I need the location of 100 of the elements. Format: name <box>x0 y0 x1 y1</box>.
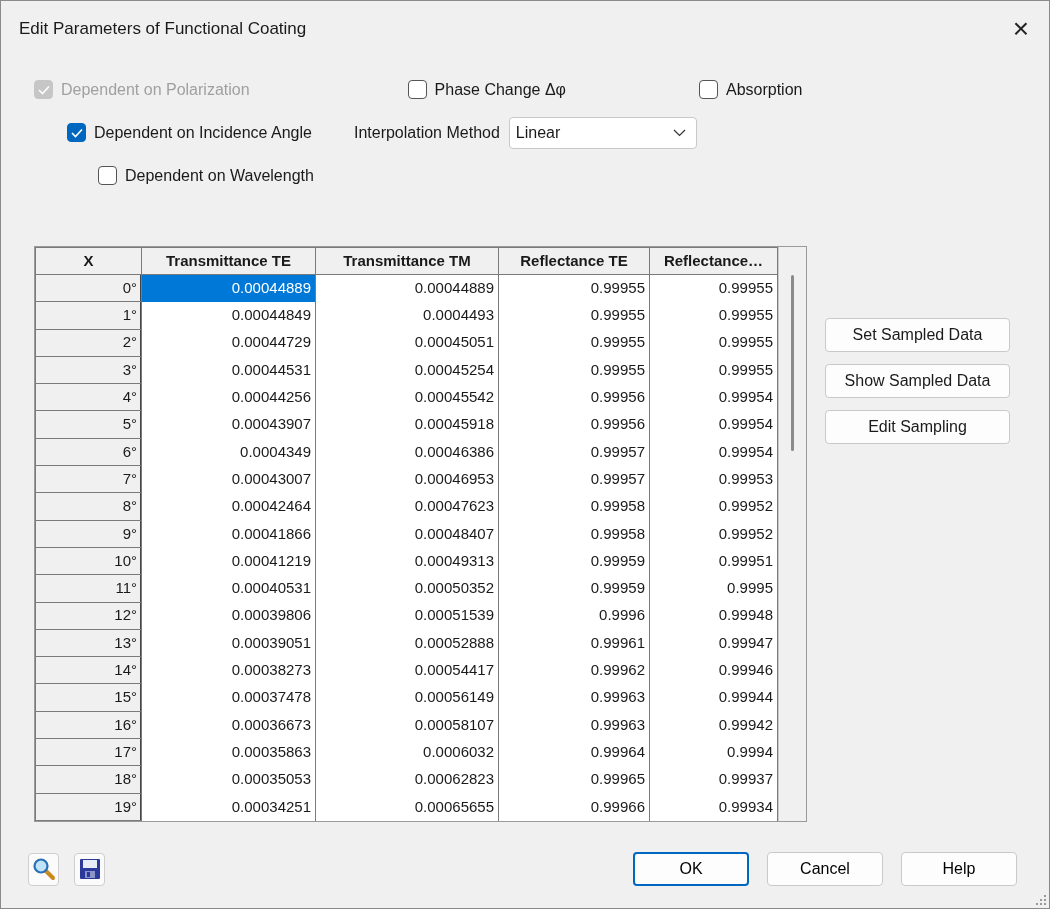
table-cell[interactable]: 0.00039051 <box>141 629 316 657</box>
table-cell[interactable]: 0.00041866 <box>141 520 316 548</box>
table-cell[interactable]: 0.9994 <box>649 738 778 766</box>
table-cell[interactable]: 0.00048407 <box>315 520 499 548</box>
table-cell[interactable]: 0.00040531 <box>141 574 316 603</box>
table-cell[interactable]: 0.00041219 <box>141 547 316 575</box>
table-cell[interactable]: 0.99955 <box>498 356 650 384</box>
table-cell[interactable]: 0.00065655 <box>315 793 499 821</box>
table-cell[interactable]: 0.00051539 <box>315 602 499 630</box>
table-cell[interactable]: 0.99956 <box>498 411 650 439</box>
row-header[interactable]: 11° <box>35 574 142 603</box>
table-cell[interactable]: 0.00035053 <box>141 765 316 794</box>
row-header[interactable]: 9° <box>35 520 142 548</box>
table-cell[interactable]: 0.99966 <box>498 793 650 821</box>
table-cell[interactable]: 0.99954 <box>649 411 778 439</box>
table-cell[interactable]: 0.00043907 <box>141 411 316 439</box>
table-cell[interactable]: 0.99958 <box>498 492 650 521</box>
table-cell[interactable]: 0.99962 <box>498 656 650 684</box>
table-cell[interactable]: 0.99955 <box>498 274 650 302</box>
table-cell[interactable]: 0.9996 <box>498 602 650 630</box>
table-cell[interactable]: 0.99952 <box>649 492 778 521</box>
table-cell[interactable]: 0.00044849 <box>141 301 316 330</box>
resize-grip-icon[interactable] <box>1036 895 1046 905</box>
dialog-button[interactable]: Help <box>901 852 1017 886</box>
close-button[interactable]: × <box>1006 14 1035 43</box>
row-header[interactable]: 16° <box>35 711 142 739</box>
table-cell[interactable]: 0.99955 <box>649 329 778 357</box>
table-cell[interactable]: 0.00050352 <box>315 574 499 603</box>
row-header[interactable]: 12° <box>35 602 142 630</box>
table-cell[interactable]: 0.99942 <box>649 711 778 739</box>
table-cell[interactable]: 0.99965 <box>498 765 650 794</box>
table-cell[interactable]: 0.99957 <box>498 438 650 466</box>
table-cell[interactable]: 0.00047623 <box>315 492 499 521</box>
dialog-button[interactable]: Cancel <box>767 852 883 886</box>
table-cell[interactable]: 0.99957 <box>498 465 650 493</box>
table-cell[interactable]: 0.0004349 <box>141 438 316 466</box>
row-header[interactable]: 17° <box>35 738 142 766</box>
table-cell[interactable]: 0.00035863 <box>141 738 316 766</box>
table-cell[interactable]: 0.00049313 <box>315 547 499 575</box>
table-cell[interactable]: 0.99956 <box>498 383 650 411</box>
action-button[interactable]: Edit Sampling <box>825 410 1010 444</box>
table-cell[interactable]: 0.99951 <box>649 547 778 575</box>
table-cell[interactable]: 0.99948 <box>649 602 778 630</box>
row-header[interactable]: 0° <box>35 274 142 302</box>
column-header[interactable]: Reflectance… <box>649 247 778 275</box>
table-cell[interactable]: 0.99955 <box>498 329 650 357</box>
table-cell[interactable]: 0.00046953 <box>315 465 499 493</box>
row-header[interactable]: 15° <box>35 683 142 712</box>
table-cell[interactable]: 0.00044729 <box>141 329 316 357</box>
checkbox[interactable] <box>407 80 427 99</box>
table-cell[interactable]: 0.0004493 <box>315 301 499 330</box>
table-cell[interactable]: 0.00043007 <box>141 465 316 493</box>
table-cell[interactable]: 0.99963 <box>498 683 650 712</box>
table-cell[interactable]: 0.99946 <box>649 656 778 684</box>
checkbox[interactable] <box>67 123 86 142</box>
dialog-button[interactable]: OK <box>633 852 749 886</box>
table-cell[interactable]: 0.99952 <box>649 520 778 548</box>
checkbox[interactable] <box>98 166 117 185</box>
table-cell[interactable]: 0.99934 <box>649 793 778 821</box>
table-cell[interactable]: 0.00044531 <box>141 356 316 384</box>
row-header[interactable]: 7° <box>35 465 142 493</box>
table-cell[interactable]: 0.99963 <box>498 711 650 739</box>
table-cell[interactable]: 0.00042464 <box>141 492 316 521</box>
zoom-button[interactable] <box>28 852 59 886</box>
column-header[interactable]: Transmittance TE <box>141 247 316 275</box>
dropdown[interactable]: Linear <box>508 116 697 149</box>
row-header[interactable]: 2° <box>35 329 142 357</box>
save-button[interactable] <box>74 852 105 886</box>
table-cell[interactable]: 0.99955 <box>649 301 778 330</box>
table-cell[interactable]: 0.99955 <box>498 301 650 330</box>
column-header[interactable]: Transmittance TM <box>315 247 499 275</box>
table-cell[interactable]: 0.99958 <box>498 520 650 548</box>
table-cell[interactable]: 0.99954 <box>649 383 778 411</box>
table-cell[interactable]: 0.00039806 <box>141 602 316 630</box>
table-cell[interactable]: 0.00045254 <box>315 356 499 384</box>
table-cell[interactable]: 0.99959 <box>498 574 650 603</box>
scrollbar-thumb[interactable] <box>791 275 794 451</box>
table-cell[interactable]: 0.99964 <box>498 738 650 766</box>
row-header[interactable]: 19° <box>35 793 142 821</box>
column-header[interactable]: X <box>35 247 142 275</box>
row-header[interactable]: 5° <box>35 411 142 439</box>
table-cell[interactable]: 0.99961 <box>498 629 650 657</box>
table-cell[interactable]: 0.99959 <box>498 547 650 575</box>
table-cell[interactable]: 0.00034251 <box>141 793 316 821</box>
row-header[interactable]: 14° <box>35 656 142 684</box>
table-cell[interactable]: 0.9995 <box>649 574 778 603</box>
table-cell[interactable]: 0.00045542 <box>315 383 499 411</box>
table-cell[interactable]: 0.00054417 <box>315 656 499 684</box>
table-cell[interactable]: 0.99954 <box>649 438 778 466</box>
table-cell[interactable]: 0.99937 <box>649 765 778 794</box>
table-cell[interactable]: 0.00045918 <box>315 411 499 439</box>
row-header[interactable]: 10° <box>35 547 142 575</box>
table-cell[interactable]: 0.00046386 <box>315 438 499 466</box>
row-header[interactable]: 18° <box>35 765 142 794</box>
table-cell[interactable]: 0.99953 <box>649 465 778 493</box>
table-cell[interactable]: 0.00062823 <box>315 765 499 794</box>
row-header[interactable]: 3° <box>35 356 142 384</box>
table-cell[interactable]: 0.00044889 <box>315 274 499 302</box>
table-cell[interactable]: 0.00044889 <box>141 274 316 302</box>
column-header[interactable]: Reflectance TE <box>498 247 650 275</box>
